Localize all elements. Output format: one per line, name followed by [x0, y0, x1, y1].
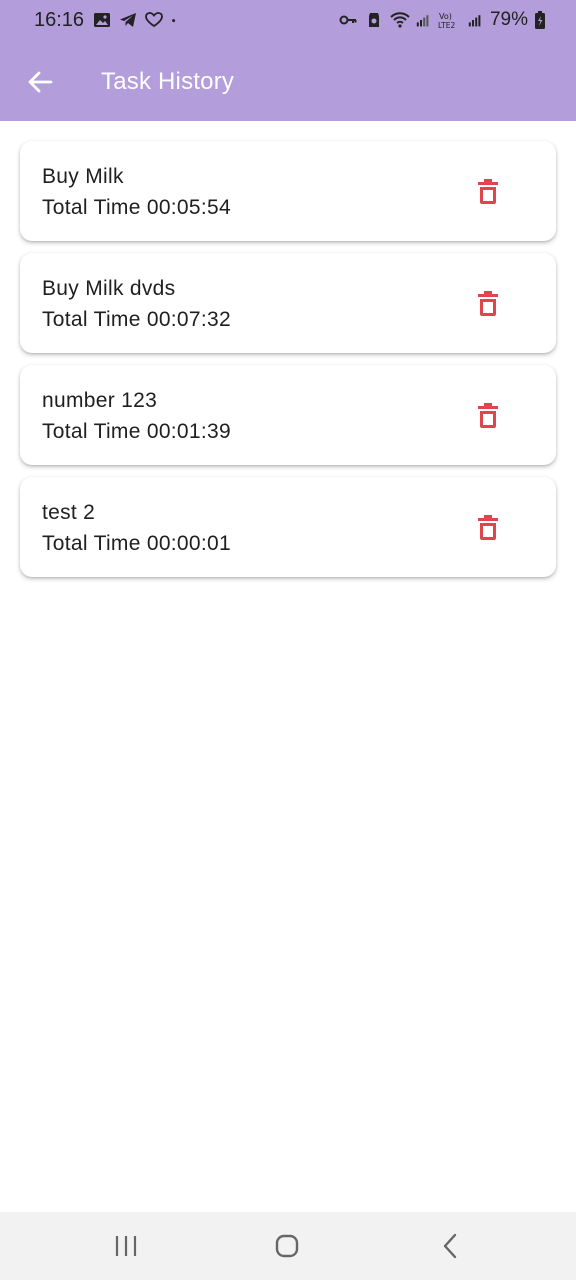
- task-name: Buy Milk dvds: [42, 277, 176, 300]
- wifi-icon: [390, 12, 410, 28]
- telegram-icon: [120, 13, 136, 27]
- trash-icon: [478, 291, 498, 316]
- task-history-screen: 16:16 Vo)LTE2 79% Task History Buy Milk: [0, 0, 576, 1280]
- trash-icon: [478, 515, 498, 540]
- task-total-time: Total Time 00:00:01: [42, 532, 231, 555]
- back-button[interactable]: [20, 62, 60, 102]
- status-time: 16:16: [34, 9, 85, 31]
- task-name: number 123: [42, 389, 158, 412]
- signal-icon-2: [468, 15, 481, 27]
- task-total-time: Total Time 00:05:54: [42, 196, 231, 219]
- gallery-icon: [94, 13, 110, 27]
- status-system-icons: Vo) LTE2 79%: [338, 9, 546, 31]
- status-notification-icons: [92, 10, 182, 30]
- task-name: Buy Milk: [42, 165, 124, 188]
- svg-text:Vo): Vo): [439, 12, 452, 21]
- svg-text:LTE2: LTE2: [438, 21, 455, 30]
- task-name: test 2: [42, 501, 96, 524]
- task-total-time: Total Time 00:07:32: [42, 308, 231, 331]
- signal-icon: [416, 15, 429, 27]
- recent-apps-icon: [115, 1236, 137, 1256]
- key-icon: [339, 15, 357, 25]
- arrow-left-icon: [28, 71, 53, 93]
- task-card[interactable]: test 2 Total Time 00:00:01: [20, 477, 556, 577]
- dot-icon: [172, 19, 176, 23]
- shield-icon: [368, 13, 379, 27]
- heart-chat-icon: [145, 12, 163, 28]
- task-card[interactable]: Buy Milk dvds Total Time 00:07:32: [20, 253, 556, 353]
- trash-icon: [478, 403, 498, 428]
- status-bar: 16:16 Vo) LTE2 79%: [0, 0, 576, 42]
- battery-percentage: 79%: [489, 9, 528, 30]
- home-button[interactable]: [257, 1229, 317, 1263]
- back-icon: [443, 1233, 457, 1259]
- app-bar: Task History: [0, 42, 576, 121]
- nav-back-button[interactable]: [420, 1229, 480, 1263]
- delete-task-button[interactable]: [470, 507, 506, 547]
- delete-task-button[interactable]: [470, 283, 506, 323]
- battery-icon: [535, 11, 545, 29]
- delete-task-button[interactable]: [470, 395, 506, 435]
- volte-icon: Vo)LTE2: [438, 12, 455, 30]
- task-card[interactable]: Buy Milk Total Time 00:05:54: [20, 141, 556, 241]
- page-title: Task History: [101, 68, 235, 95]
- task-total-time: Total Time 00:01:39: [42, 420, 231, 443]
- trash-icon: [478, 179, 498, 204]
- home-icon: [275, 1234, 299, 1258]
- delete-task-button[interactable]: [470, 171, 506, 211]
- task-card[interactable]: number 123 Total Time 00:01:39: [20, 365, 556, 465]
- recent-apps-button[interactable]: [96, 1229, 156, 1263]
- system-nav-bar: [0, 1212, 576, 1280]
